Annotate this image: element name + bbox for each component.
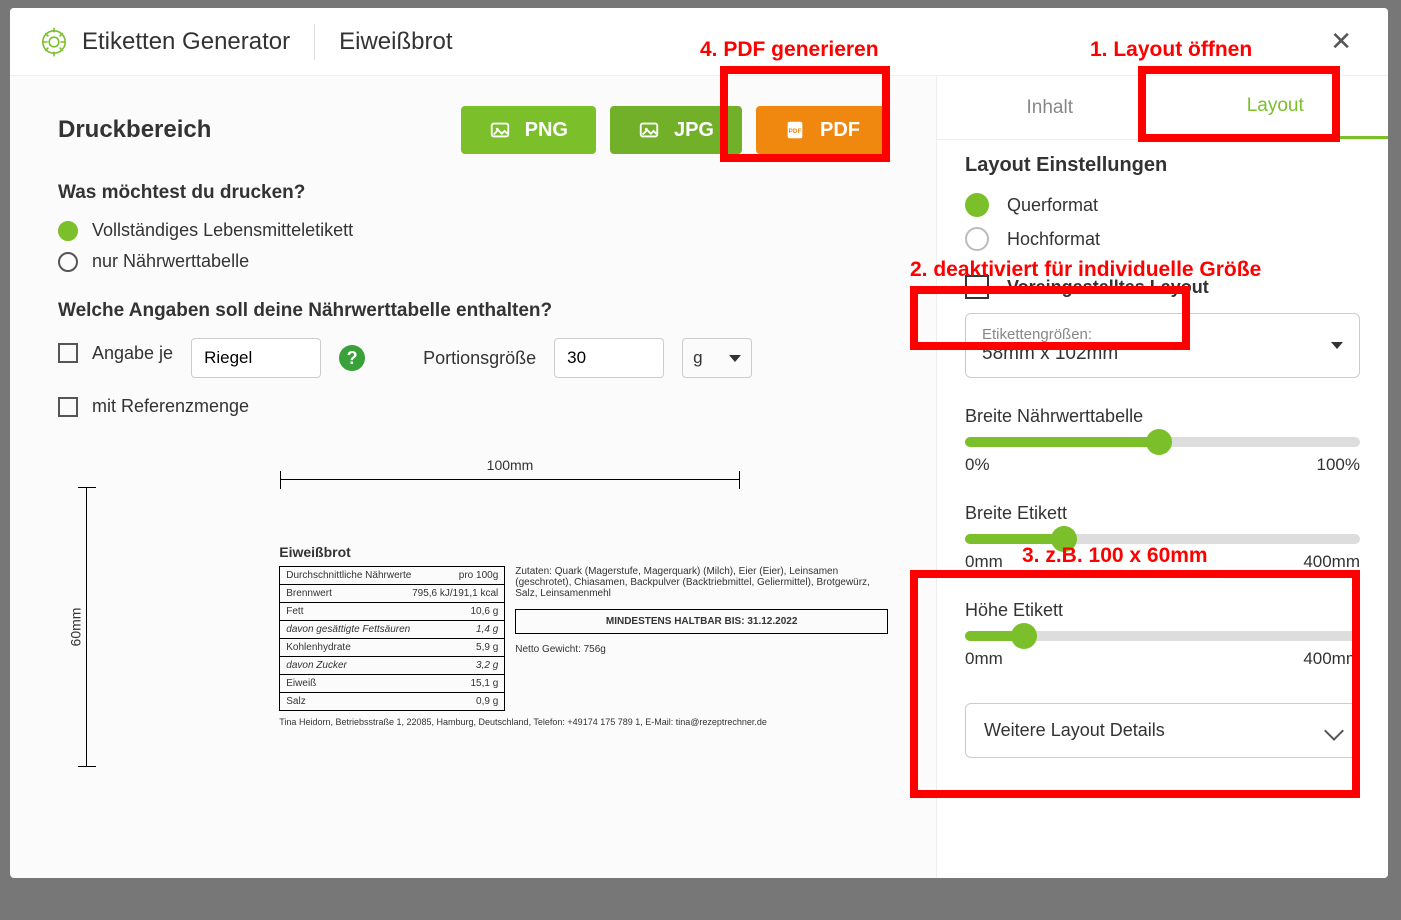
pdf-icon: PDF [784, 119, 806, 141]
radio-icon [965, 193, 989, 217]
modal: Etiketten Generator Eiweißbrot ✕ Druckbe… [10, 8, 1388, 878]
slider-height-label: Höhe Etikett [965, 600, 1360, 621]
slider-table-max: 100% [1317, 455, 1360, 475]
slider-height-min: 0mm [965, 649, 1003, 669]
angabe-checkbox[interactable]: Angabe je [58, 343, 173, 364]
question-print: Was möchtest du drucken? [58, 182, 888, 204]
radio-icon [58, 221, 78, 241]
slider-thumb[interactable] [1146, 429, 1172, 455]
layout-heading: Layout Einstellungen [965, 154, 1360, 177]
radio-hochformat[interactable]: Hochformat [965, 227, 1360, 251]
ingredients-text: Zutaten: Quark (Magerstufe, Magerquark) … [515, 566, 888, 599]
close-button[interactable]: ✕ [1322, 22, 1360, 61]
question-contents: Welche Angaben soll deine Nährwerttabell… [58, 300, 888, 322]
png-label: PNG [525, 119, 568, 142]
radio-querformat[interactable]: Querformat [965, 193, 1360, 217]
radio-full-label[interactable]: Vollständiges Lebensmitteletikett [58, 220, 888, 241]
card-right: Zutaten: Quark (Magerstufe, Magerquark) … [515, 566, 888, 711]
caret-icon [729, 355, 741, 362]
referenz-checkbox[interactable]: mit Referenzmenge [58, 396, 888, 417]
section-title: Druckbereich [58, 116, 211, 144]
portion-label: Portionsgröße [423, 348, 536, 369]
pdf-button[interactable]: PDF PDF [756, 106, 888, 154]
header-separator [314, 24, 315, 60]
export-buttons: PNG JPG PDF PDF [461, 106, 888, 154]
dim-horizontal: 100mm [280, 457, 740, 487]
left-pane: Druckbereich PNG JPG PDF PDF [10, 76, 936, 878]
checkbox-icon [58, 343, 78, 363]
details-label: Weitere Layout Details [984, 720, 1165, 741]
slider-table[interactable] [965, 437, 1360, 447]
radio-table-only[interactable]: nur Nährwerttabelle [58, 251, 888, 272]
modal-header: Etiketten Generator Eiweißbrot ✕ [10, 8, 1388, 76]
tab-inhalt[interactable]: Inhalt [937, 76, 1163, 139]
svg-text:PDF: PDF [789, 128, 802, 135]
quer-label: Querformat [1007, 195, 1098, 216]
slider-width[interactable] [965, 534, 1360, 544]
radio-full-text: Vollständiges Lebensmitteletikett [92, 220, 353, 241]
preset-checkbox[interactable]: Voreingestelltes Layout [965, 275, 1360, 299]
unit-value: g [693, 348, 702, 368]
details-accordion[interactable]: Weitere Layout Details [965, 703, 1360, 758]
image-icon [489, 119, 511, 141]
recipe-title: Eiweißbrot [339, 28, 452, 56]
pdf-label: PDF [820, 119, 860, 142]
size-select-val: 58mm x 102mm [982, 343, 1118, 365]
slider-table-label: Breite Nährwerttabelle [965, 406, 1360, 427]
help-icon[interactable]: ? [339, 345, 365, 371]
slider-height[interactable] [965, 631, 1360, 641]
app-title: Etiketten Generator [82, 28, 290, 56]
app-logo-icon [38, 26, 70, 58]
slider-width-max: 400mm [1303, 552, 1360, 572]
slider-width-label: Breite Etikett [965, 503, 1360, 524]
layout-panel: Layout Einstellungen Querformat Hochform… [937, 140, 1388, 878]
footer-text: Tina Heidorn, Betriebsstraße 1, 22085, H… [279, 717, 888, 727]
slider-table-min: 0% [965, 455, 990, 475]
nutrition-table: Durchschnittliche Nährwertepro 100gBrenn… [279, 566, 505, 711]
size-select-lbl: Etikettengrößen: [982, 326, 1118, 343]
slider-height-max: 400mm [1303, 649, 1360, 669]
label-preview: 100mm 60mm Eiweißbrot Durchschnittliche … [58, 457, 888, 767]
tab-layout[interactable]: Layout [1163, 76, 1389, 139]
tabs: Inhalt Layout [937, 76, 1388, 140]
slider-width-min: 0mm [965, 552, 1003, 572]
label-size-select[interactable]: Etikettengrößen: 58mm x 102mm [965, 313, 1360, 378]
png-button[interactable]: PNG [461, 106, 596, 154]
netweight-text: Netto Gewicht: 756g [515, 644, 888, 655]
referenz-label: mit Referenzmenge [92, 396, 249, 417]
hoch-label: Hochformat [1007, 229, 1100, 250]
angabe-label: Angabe je [92, 343, 173, 364]
chevron-down-icon [1324, 721, 1344, 741]
slider-thumb[interactable] [1011, 623, 1037, 649]
jpg-label: JPG [674, 119, 714, 142]
caret-icon [1331, 342, 1343, 349]
dim-vertical: 60mm [58, 487, 97, 767]
unit-select[interactable]: g [682, 338, 752, 378]
preset-label: Voreingestelltes Layout [1007, 277, 1209, 298]
dim-height-label: 60mm [67, 608, 83, 647]
portion-input[interactable] [554, 338, 664, 378]
mhd-box: MINDESTENS HALTBAR BIS: 31.12.2022 [515, 609, 888, 634]
jpg-button[interactable]: JPG [610, 106, 742, 154]
label-card: Eiweißbrot Durchschnittliche Nährwertepr… [279, 518, 888, 737]
image-icon [638, 119, 660, 141]
radio-table-text: nur Nährwerttabelle [92, 251, 249, 272]
dim-width-label: 100mm [487, 457, 534, 473]
slider-thumb[interactable] [1051, 526, 1077, 552]
card-title: Eiweißbrot [279, 544, 888, 560]
radio-icon [965, 227, 989, 251]
radio-icon [58, 252, 78, 272]
checkbox-icon [58, 397, 78, 417]
right-pane: Inhalt Layout Layout Einstellungen Querf… [936, 76, 1388, 878]
angabe-input[interactable] [191, 338, 321, 378]
checkbox-icon [965, 275, 989, 299]
